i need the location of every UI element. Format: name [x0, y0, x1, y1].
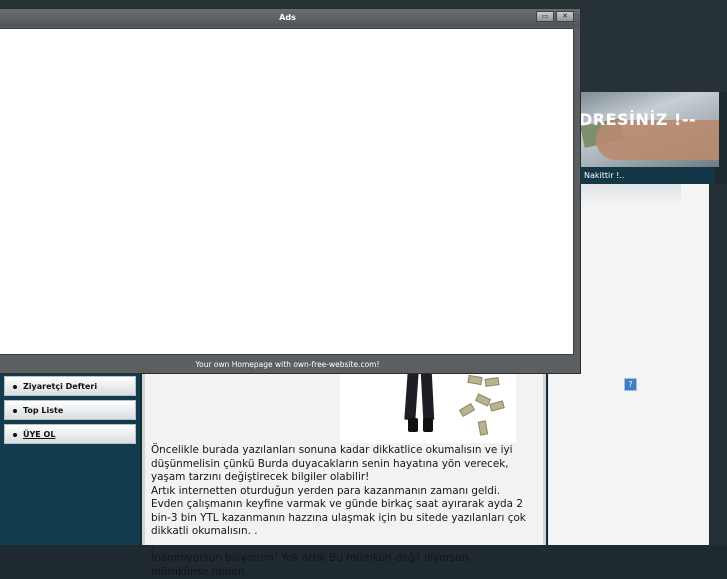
header-slogan: Nakittir !.. — [578, 167, 715, 184]
article-paragraph: . — [151, 538, 155, 551]
article-paragraph: İnanmıyorsun biliyorum! Yok artık Bu müm… — [151, 552, 472, 578]
sidebar-item-top-list[interactable]: Top Liste — [4, 400, 136, 420]
article-text: Öncelikle burada yazılanları sonuna kada… — [151, 444, 531, 579]
ads-window-title[interactable]: Ads — [0, 9, 580, 27]
banknote-icon — [484, 377, 500, 387]
bullet-icon — [13, 384, 17, 389]
help-icon[interactable]: ? — [624, 378, 637, 391]
bullet-icon — [13, 432, 17, 437]
bullet-icon — [13, 408, 17, 413]
banknote-icon — [489, 400, 505, 412]
figure-leg — [420, 372, 435, 421]
ads-footer-link[interactable]: Your own Homepage with own-free-website.… — [0, 357, 580, 372]
ads-content-frame[interactable] — [0, 28, 574, 355]
businessman-money-image — [340, 372, 516, 443]
banknote-icon — [467, 374, 483, 386]
header-banner-image — [578, 92, 719, 167]
header-title: DRESİNİZ !-- — [579, 110, 697, 129]
banknote-icon — [458, 403, 476, 417]
close-button[interactable]: ✕ — [556, 11, 574, 22]
banknote-icon — [477, 420, 489, 436]
sidebar-item-label: Ziyaretçi Defteri — [23, 382, 98, 391]
article-paragraph: Öncelikle burada yazılanları sonuna kada… — [151, 444, 513, 483]
left-sidebar — [0, 372, 140, 545]
sidebar-item-register[interactable]: ÜYE OL — [4, 424, 136, 444]
article-paragraph: Artık internetten oturduğun yerden para … — [151, 484, 526, 538]
ads-popup-window[interactable]: Ads ▭ ✕ Your own Homepage with own-free-… — [0, 8, 581, 374]
sidebar-item-guestbook[interactable]: Ziyaretçi Defteri — [4, 376, 136, 396]
figure-shoe — [408, 418, 418, 432]
sidebar-item-label: ÜYE OL — [23, 430, 56, 439]
figure-shoe — [423, 418, 433, 432]
sidebar-item-label: Top Liste — [23, 406, 64, 415]
figure-leg — [404, 372, 419, 421]
page-right-edge — [710, 184, 727, 545]
maximize-button[interactable]: ▭ — [536, 11, 554, 22]
